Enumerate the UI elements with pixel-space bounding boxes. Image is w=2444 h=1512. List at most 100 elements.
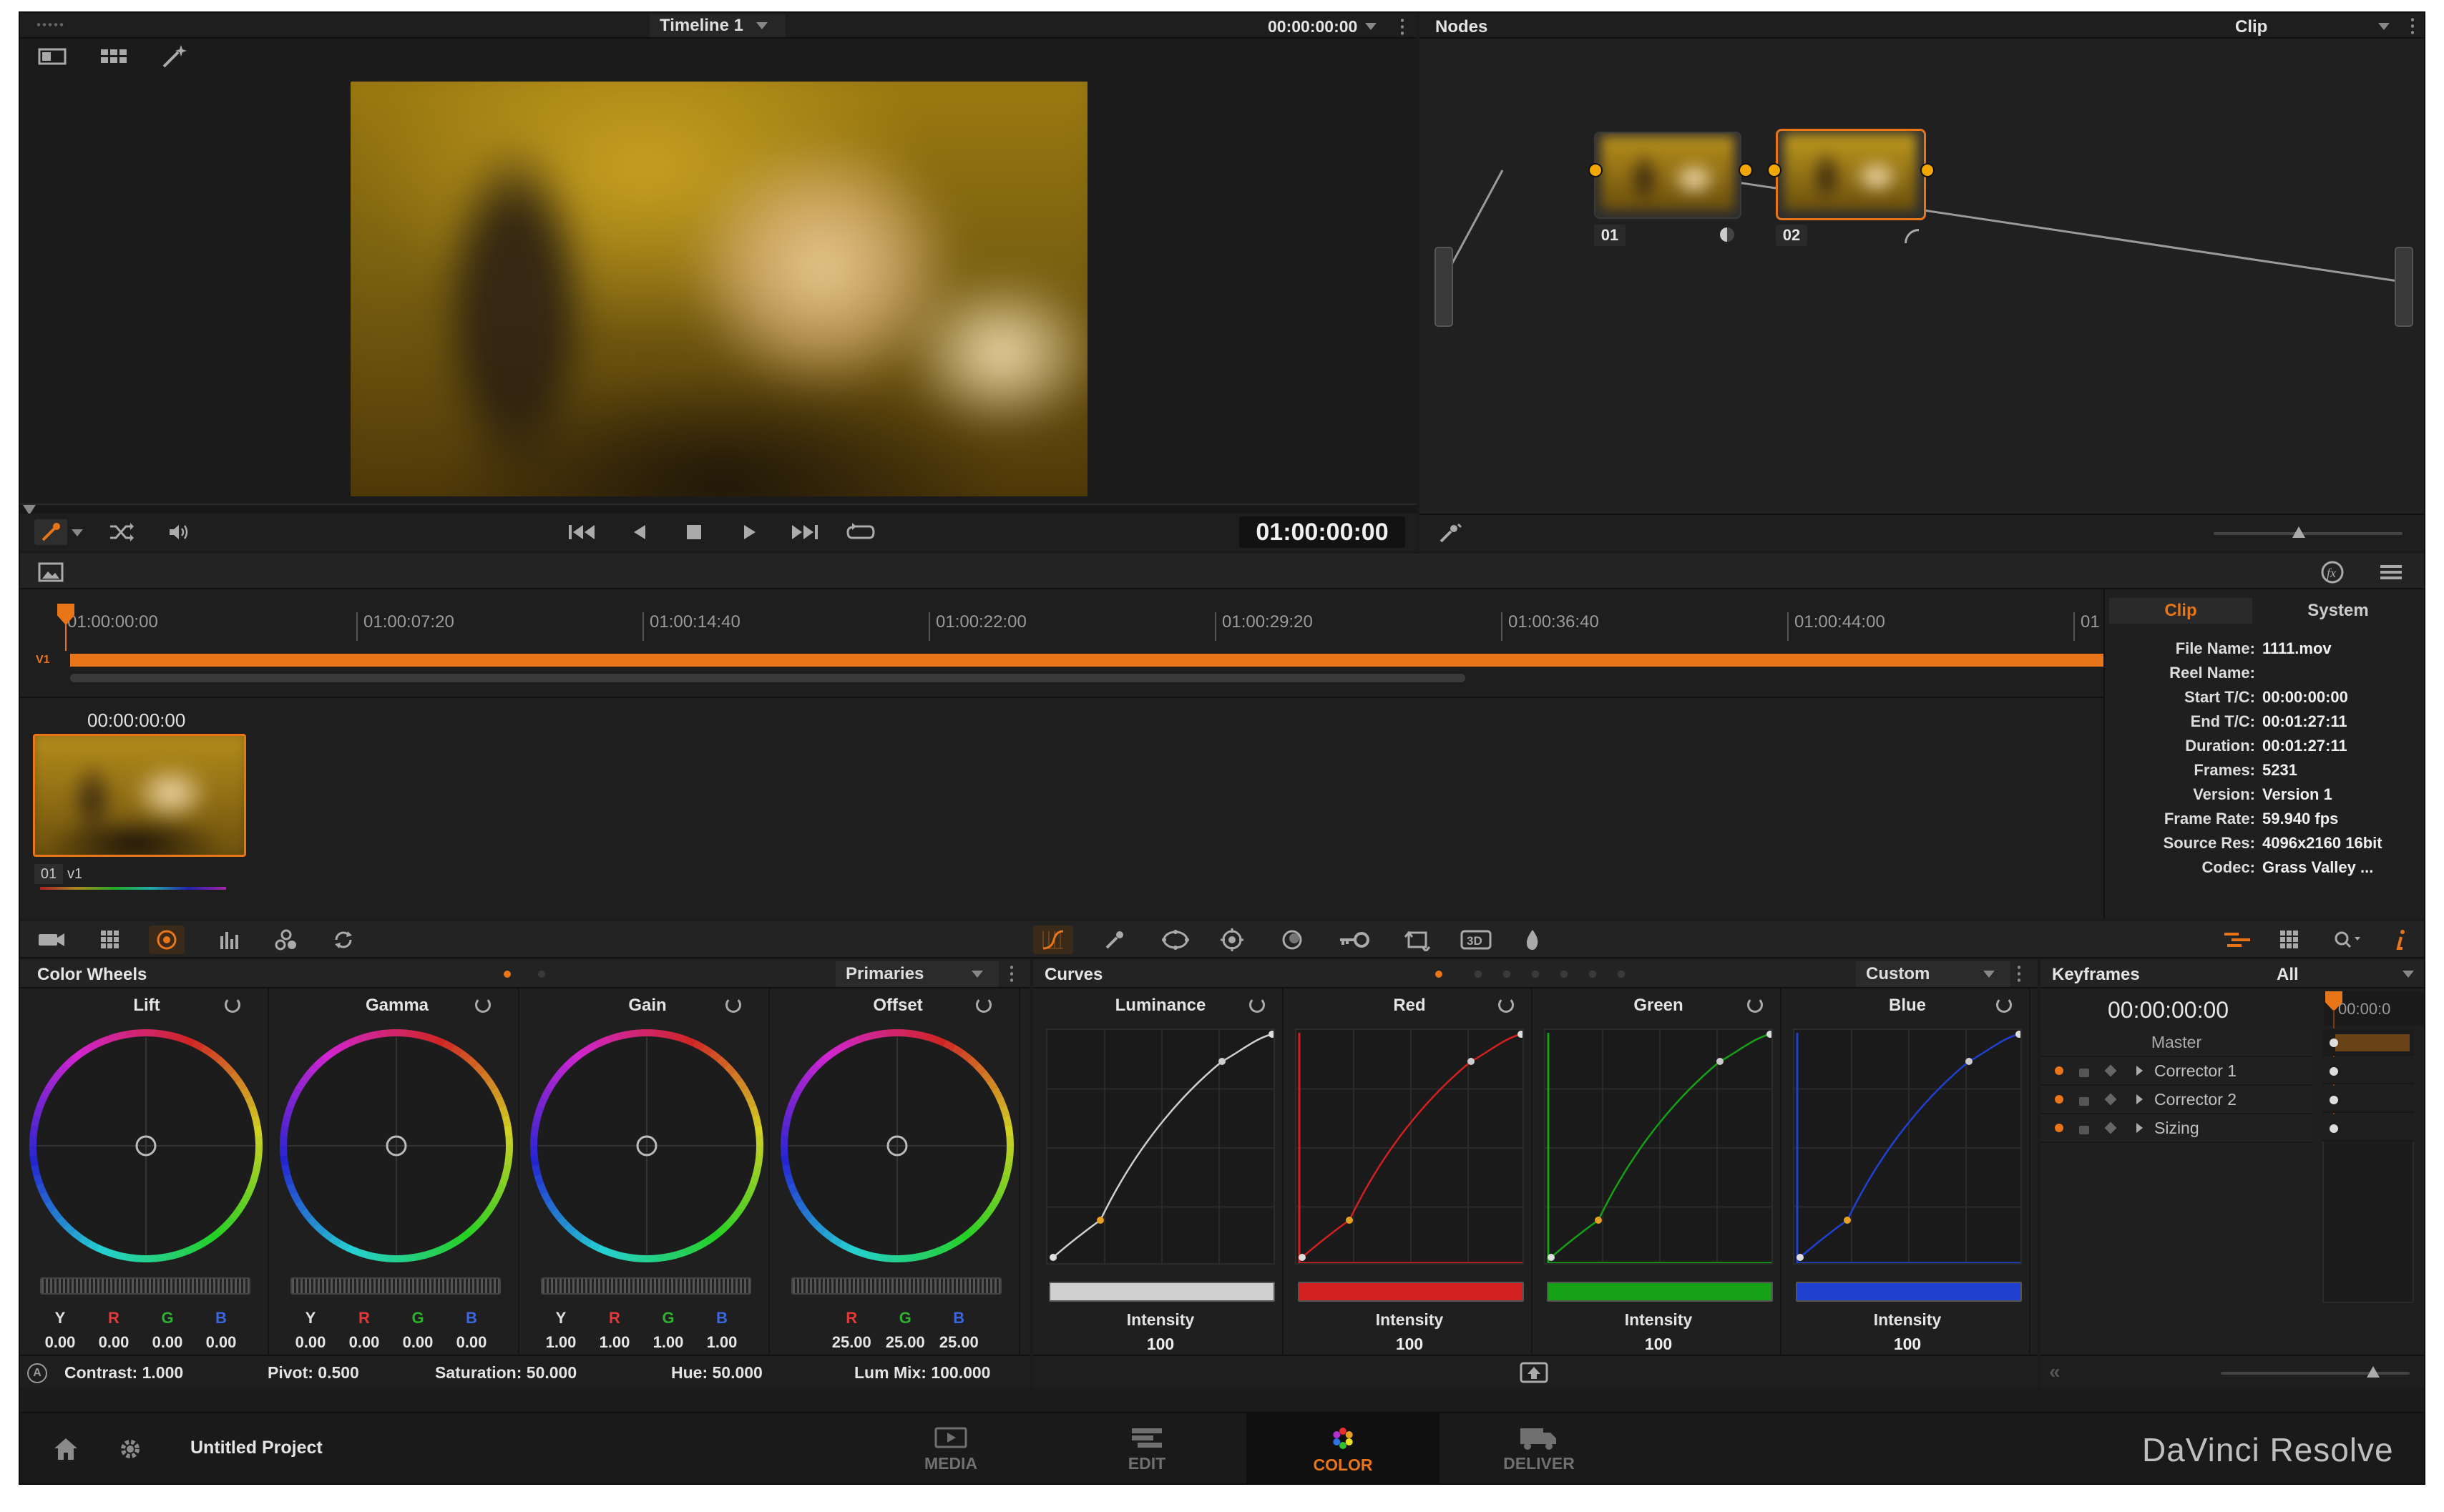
viewer-timecode[interactable]: 00:00:00:00 <box>1268 17 1357 36</box>
play-icon[interactable] <box>735 519 764 545</box>
power-window-icon[interactable] <box>1158 927 1193 953</box>
color-match-icon[interactable] <box>94 927 126 953</box>
enable-dot-icon[interactable] <box>2055 1095 2063 1104</box>
tracker-icon[interactable] <box>1216 927 1248 953</box>
tab-clip[interactable]: Clip <box>2109 598 2252 624</box>
color-wheel-ring[interactable] <box>525 1024 768 1267</box>
gallery-grid-icon[interactable] <box>97 46 130 67</box>
curve-control-point[interactable] <box>1548 1254 1555 1261</box>
keyframe-row[interactable]: Master <box>2040 1029 2312 1057</box>
channel-value-y[interactable]: 0.00 <box>31 1333 89 1352</box>
channel-value-b[interactable]: 0.00 <box>192 1333 250 1352</box>
master-wheel-jog[interactable] <box>290 1277 501 1295</box>
reset-icon[interactable] <box>1747 997 1763 1013</box>
page-color[interactable]: COLOR <box>1246 1413 1439 1483</box>
saturation-value[interactable]: Saturation: 50.000 <box>435 1363 577 1383</box>
curve-control-point[interactable] <box>1097 1217 1104 1224</box>
keyframes-filter[interactable]: All <box>2277 965 2420 985</box>
node-02-input-port[interactable] <box>1767 163 1781 177</box>
intensity-slider[interactable] <box>1796 1282 2022 1302</box>
nodes-options-icon[interactable] <box>2411 16 2414 35</box>
sizing-icon[interactable] <box>1399 927 1435 953</box>
collapse-left-icon[interactable]: « <box>2049 1360 2061 1383</box>
curve-graph[interactable] <box>1295 1029 1524 1265</box>
lock-icon[interactable] <box>2079 1097 2089 1106</box>
intensity-value[interactable]: 100 <box>1037 1335 1284 1354</box>
page-indicators[interactable] <box>1464 971 1636 978</box>
curve-control-point[interactable] <box>1595 1217 1602 1224</box>
qualifier-icon[interactable] <box>1099 927 1130 953</box>
keyframe-marker[interactable] <box>2330 1067 2338 1076</box>
channel-value-r[interactable]: 0.00 <box>85 1333 142 1352</box>
sync-icon[interactable] <box>328 927 359 953</box>
shuffle-icon[interactable] <box>106 519 137 545</box>
curve-control-point[interactable] <box>1517 1031 1524 1038</box>
fx-icon[interactable]: fx <box>2317 559 2348 585</box>
expand-triangle-icon[interactable] <box>2136 1094 2143 1104</box>
timeline-ruler[interactable]: 01:00:00:00 01:00:07:20 01:00:14:40 01:0… <box>41 602 2116 645</box>
curve-graph[interactable] <box>1544 1029 1773 1265</box>
intensity-slider[interactable] <box>1049 1282 1275 1302</box>
v1-track-clip[interactable] <box>70 654 2111 667</box>
enable-dot-icon[interactable] <box>2055 1124 2063 1132</box>
node-01-input-port[interactable] <box>1588 163 1603 177</box>
channel-value-g[interactable]: 0.00 <box>389 1333 446 1352</box>
curves-mode-selector[interactable]: Custom <box>1856 961 2010 987</box>
timeline-scrollbar[interactable] <box>70 674 1465 682</box>
reset-icon[interactable] <box>475 997 491 1013</box>
curves-expand-icon[interactable] <box>1517 1360 1551 1385</box>
viewer-scrub-bar[interactable] <box>20 504 1417 515</box>
curve-control-point[interactable] <box>1716 1058 1724 1065</box>
play-reverse-icon[interactable] <box>625 519 654 545</box>
curve-control-point[interactable] <box>1050 1254 1057 1261</box>
lock-icon[interactable] <box>2079 1069 2089 1077</box>
graph-output-handle[interactable] <box>2395 247 2413 327</box>
contrast-value[interactable]: Contrast: 1.000 <box>64 1363 183 1383</box>
color-wheel-ring[interactable] <box>776 1024 1019 1267</box>
intensity-slider[interactable] <box>1298 1282 1524 1302</box>
channel-value-r[interactable]: 25.00 <box>823 1333 880 1352</box>
color-wheel-ring[interactable] <box>24 1024 268 1267</box>
keyframe-row[interactable]: Corrector 1 <box>2040 1057 2312 1086</box>
camera-raw-icon[interactable] <box>34 927 69 953</box>
enable-dot-icon[interactable] <box>2055 1066 2063 1075</box>
keyframe-lane[interactable] <box>2322 1114 2414 1142</box>
channel-value-g[interactable]: 25.00 <box>876 1333 934 1352</box>
reset-icon[interactable] <box>1498 997 1514 1013</box>
intensity-slider[interactable] <box>1547 1282 1773 1302</box>
reset-icon[interactable] <box>1996 997 2012 1013</box>
channel-value-b[interactable]: 0.00 <box>443 1333 500 1352</box>
playhead-timecode[interactable]: 01:00:00:00 <box>1239 516 1405 548</box>
key-icon[interactable] <box>1334 927 1374 953</box>
home-icon[interactable] <box>50 1433 82 1465</box>
resolve-fx-icon[interactable] <box>1517 927 1548 953</box>
color-wheels-tool-icon[interactable] <box>149 926 185 954</box>
rgb-mixer-icon[interactable] <box>213 927 245 953</box>
channel-value-r[interactable]: 1.00 <box>586 1333 643 1352</box>
zoom-slider-thumb[interactable] <box>2292 526 2305 538</box>
keyframe-lane[interactable] <box>2322 1086 2414 1113</box>
curve-control-point[interactable] <box>1766 1031 1773 1038</box>
magic-wand-icon[interactable] <box>157 43 190 70</box>
single-viewer-icon[interactable] <box>36 46 69 67</box>
blur-icon[interactable] <box>1276 927 1308 953</box>
jump-to-start-icon[interactable] <box>565 519 601 545</box>
node-02[interactable] <box>1776 129 1926 220</box>
lock-icon[interactable] <box>2079 1126 2089 1134</box>
keyframe-diamond-icon[interactable] <box>2104 1064 2117 1077</box>
thumbnail-view-icon[interactable] <box>34 559 67 585</box>
curve-graph[interactable] <box>1046 1029 1275 1265</box>
timeline-options-icon[interactable] <box>2375 559 2407 585</box>
master-wheel-jog[interactable] <box>791 1277 1002 1295</box>
intensity-value[interactable]: 100 <box>1535 1335 1781 1354</box>
master-keyframe-bar[interactable] <box>2335 1034 2410 1051</box>
curves-options-icon[interactable] <box>2018 964 2020 983</box>
page-indicator[interactable] <box>538 971 545 978</box>
drag-handle-icon[interactable] <box>36 23 64 26</box>
volume-icon[interactable] <box>163 519 195 545</box>
wheels-options-icon[interactable] <box>1010 964 1013 983</box>
graph-input-handle[interactable] <box>1434 247 1453 327</box>
hue-value[interactable]: Hue: 50.000 <box>671 1363 763 1383</box>
intensity-value[interactable]: 100 <box>1286 1335 1533 1354</box>
channel-value-r[interactable]: 0.00 <box>336 1333 393 1352</box>
